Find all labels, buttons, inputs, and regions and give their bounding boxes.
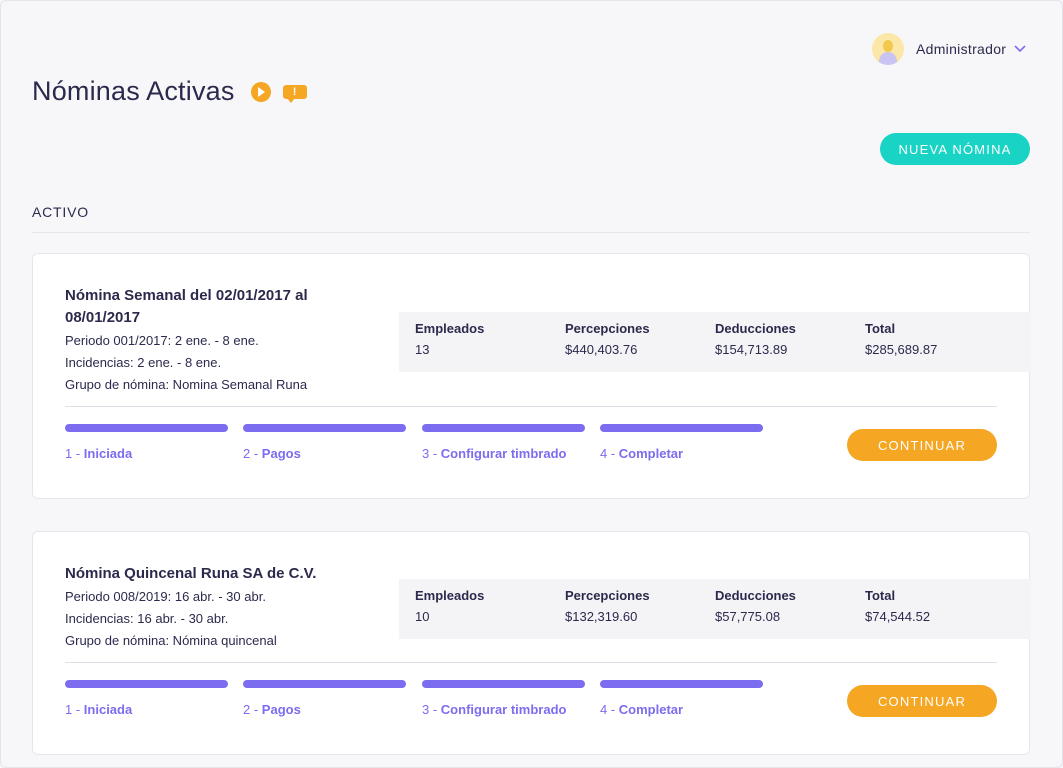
payroll-title: Nómina Quincenal Runa SA de C.V. — [65, 565, 317, 582]
stat-value: $74,544.52 — [865, 609, 931, 624]
avatar — [872, 33, 904, 65]
payroll-period: Periodo 001/2017: 2 ene. - 8 ene. — [65, 333, 259, 348]
section-divider — [32, 232, 1030, 233]
step-name: Pagos — [261, 446, 301, 461]
payroll-card: Nómina Semanal del 02/01/2017 al 08/01/2… — [32, 253, 1031, 499]
stat-value: 10 — [415, 609, 430, 624]
step-number: 4 - — [600, 702, 619, 717]
payroll-stats: Empleados 10 Percepciones $132,319.60 De… — [399, 579, 1031, 639]
alert-icon[interactable]: ! — [282, 84, 307, 103]
step-pagos[interactable]: 2 - Pagos — [243, 424, 406, 461]
step-name: Completar — [618, 446, 684, 461]
stat-value: $440,403.76 — [565, 342, 638, 357]
avatar-head — [883, 40, 893, 52]
stat-label: Deducciones — [715, 321, 796, 336]
title-row: Nóminas Activas ! — [32, 76, 307, 107]
stat-label: Total — [865, 588, 896, 603]
stat-deducciones: Deducciones $154,713.89 — [715, 321, 796, 357]
step-completar[interactable]: 4 - Completar — [600, 680, 763, 717]
user-name: Administrador — [916, 41, 1007, 57]
stat-value: $285,689.87 — [865, 342, 938, 357]
payroll-group: Grupo de nómina: Nomina Semanal Runa — [65, 377, 308, 392]
stat-value: $57,775.08 — [715, 609, 781, 624]
payroll-group: Grupo de nómina: Nómina quincenal — [65, 633, 277, 648]
step-label[interactable]: 4 - Completar — [600, 702, 763, 717]
step-configurar-timbrado[interactable]: 3 - Configurar timbrado — [422, 424, 585, 461]
step-name: Pagos — [261, 702, 301, 717]
new-payroll-button[interactable]: NUEVA NÓMINA — [880, 133, 1030, 165]
stat-label: Percepciones — [565, 588, 650, 603]
card-divider — [65, 406, 997, 407]
step-progress-bar — [422, 424, 585, 432]
step-number: 4 - — [600, 446, 619, 461]
continue-button[interactable]: CONTINUAR — [847, 685, 997, 717]
step-progress-bar — [65, 680, 228, 688]
step-label[interactable]: 1 - Iniciada — [65, 446, 228, 461]
step-progress-bar — [422, 680, 585, 688]
step-progress-bar — [65, 424, 228, 432]
stat-total: Total $74,544.52 — [865, 588, 930, 624]
step-name: Iniciada — [83, 702, 133, 717]
step-iniciada[interactable]: 1 - Iniciada — [65, 424, 228, 461]
step-iniciada[interactable]: 1 - Iniciada — [65, 680, 228, 717]
step-configurar-timbrado[interactable]: 3 - Configurar timbrado — [422, 680, 585, 717]
stat-value: 13 — [415, 342, 430, 357]
step-progress-bar — [243, 680, 406, 688]
stat-label: Empleados — [415, 588, 485, 603]
step-name: Iniciada — [83, 446, 133, 461]
stat-value: $132,319.60 — [565, 609, 638, 624]
stat-empleados: Empleados 10 — [415, 588, 484, 624]
user-menu[interactable]: Administrador — [872, 33, 1026, 65]
step-label[interactable]: 1 - Iniciada — [65, 702, 228, 717]
stat-label: Deducciones — [715, 588, 796, 603]
step-number: 2 - — [243, 702, 262, 717]
step-number: 1 - — [65, 702, 84, 717]
step-completar[interactable]: 4 - Completar — [600, 424, 763, 461]
step-label[interactable]: 4 - Completar — [600, 446, 763, 461]
continue-button[interactable]: CONTINUAR — [847, 429, 997, 461]
play-icon[interactable] — [250, 81, 271, 102]
step-number: 3 - — [422, 446, 441, 461]
stat-percepciones: Percepciones $440,403.76 — [565, 321, 650, 357]
payroll-period: Periodo 008/2019: 16 abr. - 30 abr. — [65, 589, 266, 604]
payroll-incidences: Incidencias: 16 abr. - 30 abr. — [65, 611, 229, 626]
chevron-down-icon — [1014, 45, 1026, 53]
stat-label: Percepciones — [565, 321, 650, 336]
stat-empleados: Empleados 13 — [415, 321, 484, 357]
step-label[interactable]: 2 - Pagos — [243, 446, 406, 461]
step-progress-bar — [600, 424, 763, 432]
step-number: 2 - — [243, 446, 262, 461]
step-progress-bar — [600, 680, 763, 688]
step-label[interactable]: 3 - Configurar timbrado — [422, 446, 585, 461]
step-number: 1 - — [65, 446, 84, 461]
step-name: Completar — [618, 702, 684, 717]
step-name: Configurar timbrado — [440, 446, 567, 461]
step-label[interactable]: 2 - Pagos — [243, 702, 406, 717]
step-number: 3 - — [422, 702, 441, 717]
payroll-title: Nómina Semanal del 02/01/2017 al 08/01/2… — [65, 287, 308, 326]
stat-label: Empleados — [415, 321, 485, 336]
page-title: Nóminas Activas — [32, 76, 235, 106]
step-name: Configurar timbrado — [440, 702, 567, 717]
step-pagos[interactable]: 2 - Pagos — [243, 680, 406, 717]
step-label[interactable]: 3 - Configurar timbrado — [422, 702, 585, 717]
stat-value: $154,713.89 — [715, 342, 788, 357]
payroll-stats: Empleados 13 Percepciones $440,403.76 De… — [399, 312, 1031, 372]
section-label: ACTIVO — [32, 204, 89, 220]
step-progress-bar — [243, 424, 406, 432]
stat-percepciones: Percepciones $132,319.60 — [565, 588, 650, 624]
stat-total: Total $285,689.87 — [865, 321, 937, 357]
avatar-body — [879, 52, 897, 65]
payroll-card: Nómina Quincenal Runa SA de C.V. Periodo… — [32, 531, 1031, 755]
payroll-incidences: Incidencias: 2 ene. - 8 ene. — [65, 355, 222, 370]
stat-label: Total — [865, 321, 896, 336]
card-divider — [65, 662, 997, 663]
stat-deducciones: Deducciones $57,775.08 — [715, 588, 796, 624]
